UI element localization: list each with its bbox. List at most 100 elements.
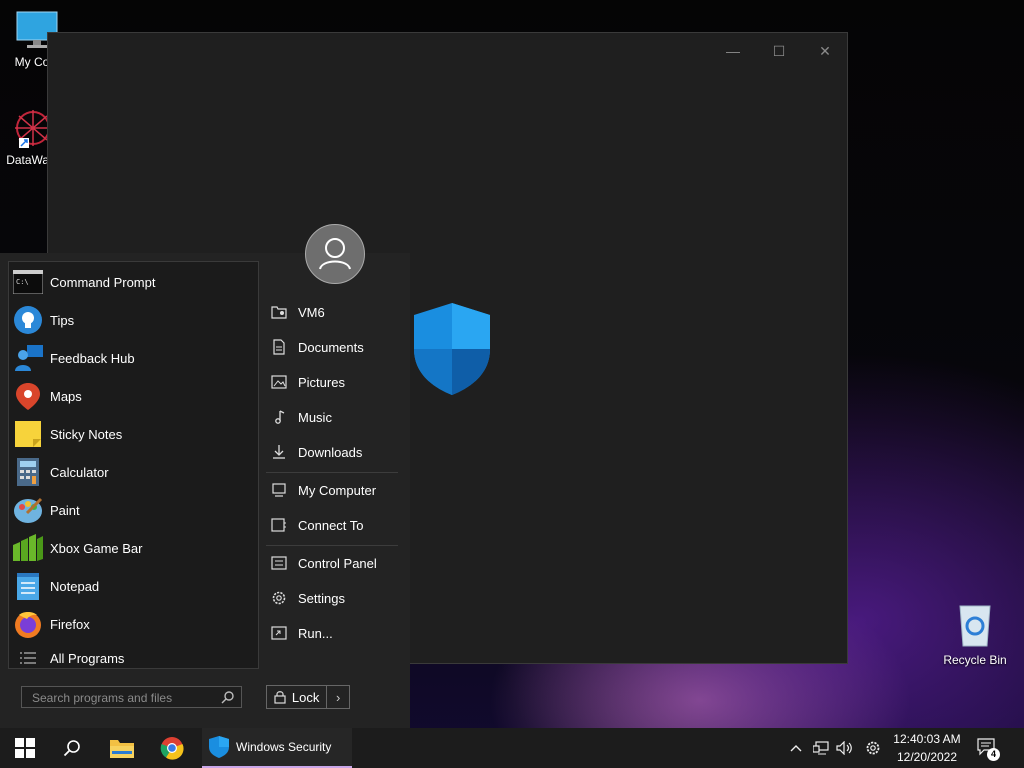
windows-security-shield-icon [414,303,490,395]
user-icon [319,238,351,270]
place-item-documents[interactable]: Documents [270,332,398,362]
taskbar-chrome[interactable] [152,728,192,768]
control-panel-icon [270,554,288,572]
place-label: Run... [298,625,333,641]
place-item-run[interactable]: Run... [270,618,398,648]
places-separator [266,472,398,473]
volume-icon [836,741,852,755]
app-item-feedback-hub[interactable]: Feedback Hub [12,340,252,376]
app-item-paint[interactable]: Paint [12,492,252,528]
taskbar-clock[interactable]: 12:40:03 AM 12/20/2022 [886,730,968,766]
app-label: Sticky Notes [50,426,123,442]
run-icon [270,624,288,642]
taskbar-search-button[interactable] [52,728,92,768]
start-menu: C:\ Command Prompt Tips Feedback Hub Map… [0,224,410,729]
tray-settings-button[interactable] [862,728,884,768]
windows-security-shield-icon [209,736,229,758]
start-menu-app-list: C:\ Command Prompt Tips Feedback Hub Map… [8,261,259,669]
app-label: Maps [50,388,82,404]
place-label: Settings [298,590,345,606]
chrome-icon [160,737,184,760]
app-item-firefox[interactable]: Firefox [12,606,252,642]
places-separator [266,545,398,546]
place-item-pictures[interactable]: Pictures [270,367,398,397]
app-item-command-prompt[interactable]: C:\ Command Prompt [12,264,252,300]
app-item-sticky-notes[interactable]: Sticky Notes [12,416,252,452]
taskbar-app-label: Windows Security [236,740,332,754]
desktop-icon-recycle-bin[interactable]: Recycle Bin [938,602,1012,667]
tray-show-hidden-button[interactable] [786,728,806,768]
network-icon [813,741,829,755]
feedback-hub-icon [12,342,44,374]
lock-icon [274,691,286,704]
place-label: Documents [298,339,364,355]
app-item-tips[interactable]: Tips [12,302,252,338]
app-label: Notepad [50,578,100,594]
calculator-icon [12,456,44,488]
place-label: Pictures [298,374,345,390]
notification-center-button[interactable]: 4 [974,728,1002,768]
connect-icon [270,516,288,534]
app-label: Command Prompt [50,274,156,290]
app-label: Firefox [50,616,90,632]
search-input[interactable] [30,689,219,707]
xbox-game-bar-icon [12,532,44,564]
gear-icon [270,589,288,607]
search-box[interactable] [21,686,242,708]
lock-label: Lock [291,689,320,705]
close-button[interactable]: ✕ [810,41,840,61]
list-icon [12,648,44,668]
place-item-control-panel[interactable]: Control Panel [270,548,398,578]
app-item-notepad[interactable]: Notepad [12,568,252,604]
command-prompt-icon: C:\ [12,266,44,298]
place-label: Control Panel [298,555,377,571]
app-label: Paint [50,502,80,518]
document-icon [270,338,288,356]
lock-options-button[interactable]: › [326,686,349,708]
app-item-calculator[interactable]: Calculator [12,454,252,490]
place-label: My Computer [298,482,377,498]
place-label: Downloads [298,444,363,460]
place-item-vm6[interactable]: VM6 [270,297,398,327]
recycle-bin-icon [959,605,991,647]
place-item-music[interactable]: Music [270,402,398,432]
user-folder-icon [270,303,288,321]
tray-volume-button[interactable] [834,728,856,768]
app-item-maps[interactable]: Maps [12,378,252,414]
place-item-downloads[interactable]: Downloads [270,437,398,467]
place-label: Connect To [298,517,364,533]
place-item-my-computer[interactable]: My Computer [270,475,398,505]
svg-text:C:\: C:\ [16,278,29,286]
tray-network-button[interactable] [810,728,832,768]
download-icon [270,443,288,461]
place-item-connect-to[interactable]: Connect To [270,510,398,540]
user-avatar[interactable] [305,224,365,284]
app-label: Calculator [50,464,109,480]
firefox-icon [12,608,44,640]
app-label: Feedback Hub [50,350,135,366]
clock-date: 12/20/2022 [896,750,958,764]
sticky-notes-icon [12,418,44,450]
search-icon [63,740,80,757]
all-programs-label: All Programs [50,650,125,666]
taskbar: Windows Security 12:40:03 AM 12/20/2022 … [0,728,1024,768]
chevron-up-icon [790,745,802,752]
gear-icon [866,741,880,755]
maps-icon [12,380,44,412]
place-label: VM6 [298,304,325,320]
search-icon[interactable] [221,690,235,704]
taskbar-file-explorer[interactable] [102,728,142,768]
minimize-button[interactable]: — [718,41,748,61]
lock-button[interactable]: Lock [267,686,326,708]
app-item-xbox-game-bar[interactable]: Xbox Game Bar [12,530,252,566]
app-label: Tips [50,312,75,328]
all-programs-button[interactable]: All Programs [12,646,124,670]
folder-icon [110,740,134,758]
maximize-button[interactable]: ☐ [764,41,794,61]
picture-icon [270,373,288,391]
place-item-settings[interactable]: Settings [270,583,398,613]
clock-time: 12:40:03 AM [893,732,961,746]
desktop-icon-label: Recycle Bin [943,653,1007,667]
taskbar-windows-security[interactable]: Windows Security [202,728,352,768]
start-button[interactable] [4,728,46,768]
